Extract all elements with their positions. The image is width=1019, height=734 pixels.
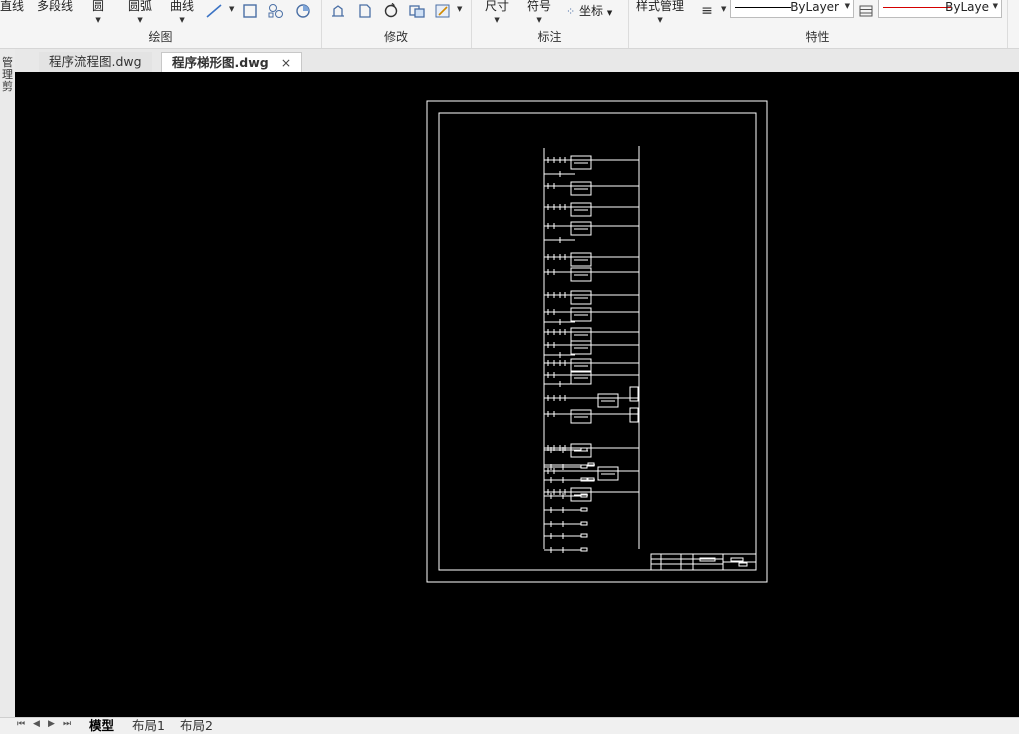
ladder-drawing: [426, 100, 768, 583]
ladder-element-box: [580, 533, 588, 538]
linetype-select[interactable]: ByLayer ▼: [730, 0, 854, 18]
copy-icon[interactable]: [408, 3, 426, 19]
chevron-down-icon: ▼: [657, 16, 663, 24]
ladder-rungs: [544, 155, 639, 553]
chevron-down-icon: ▼: [992, 2, 998, 10]
ladder-element-box: [580, 547, 588, 552]
arc-tool-button[interactable]: 圆弧 ▼: [128, 0, 152, 24]
coordinate-tool-button[interactable]: ⁘ 坐标 ▼: [566, 2, 612, 19]
prev-layout-icon[interactable]: ◀: [33, 719, 40, 729]
modify-group-title: 修改: [383, 30, 408, 44]
modify-group: ▼ 修改: [321, 0, 472, 48]
chevron-down-icon: ▼: [606, 9, 613, 17]
coordinate-icon: ⁘: [566, 5, 576, 18]
next-layout-icon[interactable]: ▶: [48, 719, 55, 729]
lineweight-icon[interactable]: ≡: [698, 3, 716, 19]
color-preview: [883, 7, 951, 8]
chevron-down-icon: ▼: [536, 16, 542, 24]
ribbon: 直线 多段线 圆 ▼ 圆弧 ▼ 曲线 ▼ ▼ 绘图 ▼ 修改 尺寸 ▼ 符号 ▼…: [0, 0, 1019, 49]
circle-tool-button[interactable]: 圆 ▼: [92, 0, 104, 24]
ladder-element-box: [580, 521, 588, 526]
polyline-tool-button[interactable]: 多段线: [37, 0, 73, 14]
dimension-tool-button[interactable]: 尺寸 ▼: [485, 0, 509, 24]
rotate-icon[interactable]: [382, 2, 400, 19]
layout-tab-model[interactable]: 模型: [83, 718, 120, 734]
hatch-icon[interactable]: [267, 3, 285, 19]
edit-icon[interactable]: [434, 3, 452, 19]
tab-flowchart[interactable]: 程序流程图.dwg: [39, 52, 152, 72]
chevron-down-icon: ▼: [137, 16, 143, 24]
symbol-tool-button[interactable]: 符号 ▼: [527, 0, 551, 24]
tab-ladder-diagram[interactable]: 程序梯形图.dwg ×: [161, 52, 303, 73]
curve-tool-button[interactable]: 曲线 ▼: [170, 0, 194, 24]
layout-tab-layout2[interactable]: 布局2: [174, 718, 219, 734]
line-tool-icon[interactable]: [205, 3, 223, 19]
drawing-canvas[interactable]: [15, 72, 1019, 717]
region-icon[interactable]: [294, 3, 312, 19]
chevron-down-icon: ▼: [844, 2, 850, 10]
chevron-down-icon: ▼: [95, 16, 101, 24]
properties-group-title: 特性: [805, 30, 830, 44]
ladder-element-box: [629, 407, 639, 423]
color-select[interactable]: ByLaye ▼: [878, 0, 1002, 18]
last-layout-icon[interactable]: ⏭: [63, 719, 71, 729]
ladder-element-box: [629, 386, 639, 402]
layout-tabbar: ⏮ ◀ ▶ ⏭ 模型 布局1 布局2: [0, 717, 1019, 734]
draw-group-title: 绘图: [148, 30, 173, 44]
line-tool-button[interactable]: 直线: [0, 0, 24, 14]
ladder-element-box: [580, 447, 588, 452]
stretch-icon[interactable]: [356, 3, 374, 19]
first-layout-icon[interactable]: ⏮: [17, 719, 25, 729]
rectangle-icon[interactable]: [241, 3, 259, 19]
chevron-down-icon[interactable]: ▼: [229, 5, 234, 13]
chevron-down-icon[interactable]: ▼: [721, 5, 726, 13]
title-block: [650, 553, 757, 571]
sheet-inner-frame: [438, 112, 757, 571]
side-panel[interactable]: 管理 剪: [0, 49, 16, 717]
properties-group: 样式管理 ▼ ≡ ▼ ByLayer ▼ ByLaye ▼ 特性: [628, 0, 1008, 48]
annotate-group: 尺寸 ▼ 符号 ▼ ⁘ 坐标 ▼ 标注: [471, 0, 629, 48]
style-manager-button[interactable]: 样式管理 ▼: [636, 0, 684, 24]
side-panel-label: 管理 剪: [2, 56, 13, 93]
sheet-outer-frame: [426, 100, 768, 583]
draw-group: 直线 多段线 圆 ▼ 圆弧 ▼ 曲线 ▼ ▼ 绘图: [0, 0, 322, 48]
table-icon[interactable]: [857, 3, 875, 19]
ladder-element-box: [580, 507, 588, 512]
chevron-down-icon: ▼: [494, 16, 500, 24]
ladder-element-box: [580, 464, 588, 469]
close-icon[interactable]: ×: [281, 55, 291, 70]
chevron-down-icon: ▼: [179, 16, 185, 24]
layout-tab-layout1[interactable]: 布局1: [126, 718, 171, 734]
linetype-preview: [735, 7, 791, 8]
move-icon[interactable]: [329, 3, 347, 19]
document-tabbar: 程序流程图.dwg 程序梯形图.dwg ×: [15, 49, 1019, 73]
annotate-group-title: 标注: [537, 30, 562, 44]
chevron-down-icon[interactable]: ▼: [457, 5, 462, 13]
